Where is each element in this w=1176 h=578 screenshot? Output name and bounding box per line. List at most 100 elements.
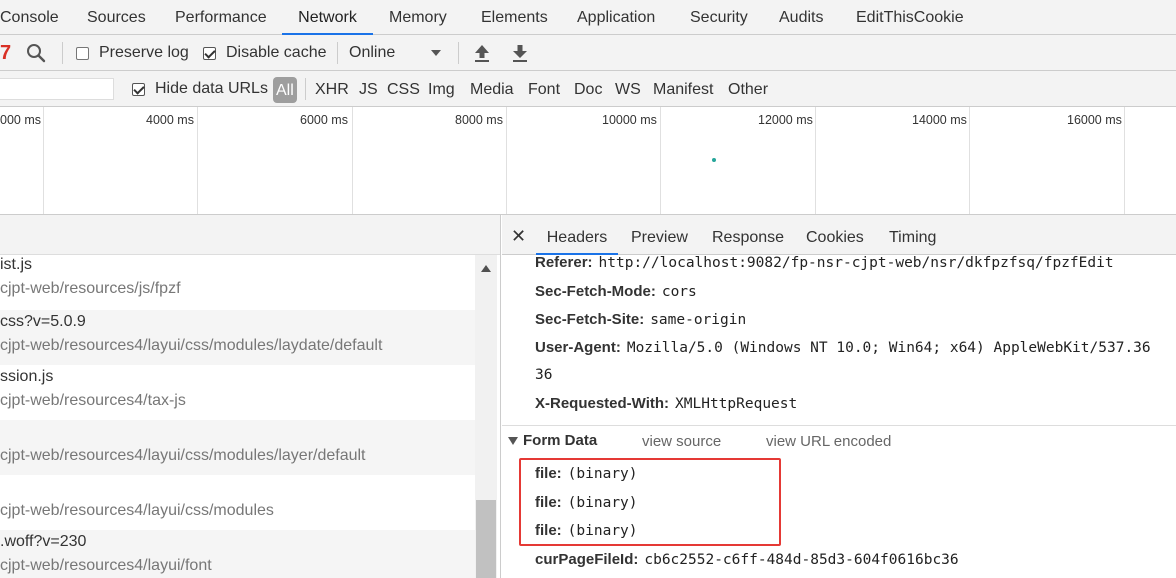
filter-type-other[interactable]: Other [728, 71, 768, 107]
network-overview-timeline[interactable]: 000 ms 4000 ms 6000 ms 8000 ms 10000 ms … [0, 107, 1176, 215]
request-path: cjpt-web/resources4/layui/css/modules/la… [0, 447, 366, 464]
details-tab-timing[interactable]: Timing [889, 215, 936, 255]
filter-type-ws[interactable]: WS [615, 71, 641, 107]
toolbar-divider [337, 42, 338, 64]
details-tab-timing-label: Timing [889, 229, 937, 246]
preserve-log-label: Preserve log [99, 44, 189, 61]
header-value: XMLHttpRequest [675, 396, 798, 412]
filter-type-manifest[interactable]: Manifest [653, 71, 713, 107]
filter-bar: Hide data URLs All XHR JS CSS Img Media … [0, 71, 1176, 107]
filter-type-all-label: All [276, 82, 294, 99]
filter-type-doc-label: Doc [574, 81, 603, 98]
chevron-down-icon-svg [431, 50, 441, 56]
tab-sources[interactable]: Sources [87, 0, 146, 35]
overview-label: 8000 ms [455, 113, 503, 127]
chevron-down-icon[interactable] [430, 35, 442, 71]
filter-type-js[interactable]: JS [359, 71, 378, 107]
tab-memory[interactable]: Memory [389, 0, 447, 35]
filter-type-img[interactable]: Img [428, 71, 455, 107]
disable-cache-label: Disable cache [226, 44, 327, 61]
filter-type-xhr[interactable]: XHR [315, 71, 349, 107]
request-name: .woff?v=230 [0, 533, 87, 550]
filter-type-ws-label: WS [615, 81, 641, 98]
search-icon[interactable] [26, 35, 46, 71]
request-path: cjpt-web/resources4/layui/font [0, 557, 212, 574]
tab-audits[interactable]: Audits [779, 0, 823, 35]
details-tab-cookies[interactable]: Cookies [806, 215, 864, 255]
upload-icon[interactable] [472, 35, 492, 71]
tab-performance[interactable]: Performance [175, 0, 267, 35]
throttling-select[interactable]: Online [349, 35, 395, 71]
filter-type-js-label: JS [359, 81, 378, 98]
request-list: ist.js cjpt-web/resources/js/fpzf css?v=… [0, 215, 501, 578]
tab-elements[interactable]: Elements [481, 0, 548, 35]
tab-application[interactable]: Application [577, 0, 655, 35]
tab-security-label: Security [690, 9, 748, 26]
filter-type-font[interactable]: Font [528, 71, 560, 107]
form-field-cur-page-file-id: curPageFileId: cb6c2552-c6ff-484d-85d3-60… [535, 551, 959, 568]
request-row[interactable]: cjpt-web/resources4/layui/css/modules/la… [0, 420, 475, 475]
header-value: cors [661, 284, 697, 300]
hide-data-urls-checkbox[interactable]: Hide data URLs [132, 71, 268, 107]
tab-console[interactable]: Console [0, 0, 59, 35]
filter-type-css[interactable]: CSS [387, 71, 420, 107]
filter-type-other-label: Other [728, 81, 769, 98]
scrollbar-thumb[interactable] [476, 500, 496, 578]
details-tab-response[interactable]: Response [712, 215, 784, 255]
filter-type-doc[interactable]: Doc [574, 71, 602, 107]
filter-type-media-label: Media [470, 81, 514, 98]
close-icon[interactable]: ✕ [511, 227, 526, 245]
download-icon[interactable] [510, 35, 530, 71]
highlight-annotation-box [519, 458, 781, 546]
download-icon-svg [513, 45, 527, 62]
triangle-down-icon [508, 436, 518, 445]
scroll-up-arrow-icon[interactable] [481, 265, 491, 272]
form-field-name: curPageFileId: [535, 551, 639, 568]
filter-type-all[interactable]: All [273, 77, 297, 103]
request-name: css?v=5.0.9 [0, 313, 86, 330]
details-tab-cookies-label: Cookies [806, 229, 864, 246]
request-row[interactable]: css?v=5.0.9 cjpt-web/resources4/layui/cs… [0, 310, 475, 365]
request-row[interactable]: cjpt-web/resources4/layui/css/modules [0, 475, 475, 530]
request-row[interactable]: ist.js cjpt-web/resources/js/fpzf [0, 255, 475, 310]
overview-gridline [969, 107, 970, 214]
filter-icon[interactable]: 7 [0, 35, 11, 71]
tab-network[interactable]: Network [282, 0, 373, 35]
request-row[interactable]: .woff?v=230 cjpt-web/resources4/layui/fo… [0, 530, 475, 578]
view-source-link[interactable]: view source [642, 433, 721, 450]
search-icon-svg [27, 44, 46, 63]
section-divider [502, 425, 1176, 426]
hide-data-urls-box[interactable] [132, 82, 145, 96]
preserve-log-checkbox[interactable]: Preserve log [76, 35, 189, 71]
form-data-section-toggle[interactable]: Form Data [508, 432, 597, 449]
request-row[interactable]: ssion.js cjpt-web/resources4/tax-js [0, 365, 475, 420]
header-sec-fetch-mode: Sec-Fetch-Mode: cors [535, 283, 697, 300]
details-tab-headers[interactable]: Headers [536, 215, 618, 255]
form-data-title: Form Data [523, 432, 598, 449]
details-tab-preview-label: Preview [631, 229, 688, 246]
disable-cache-checkbox[interactable]: Disable cache [203, 35, 327, 71]
request-path: cjpt-web/resources4/layui/css/modules/la… [0, 337, 383, 354]
request-list-scrollbar[interactable] [475, 255, 497, 578]
hide-data-urls-label: Hide data URLs [155, 80, 268, 97]
filter-type-media[interactable]: Media [470, 71, 514, 107]
tab-security[interactable]: Security [690, 0, 748, 35]
header-name: Sec-Fetch-Mode: [535, 283, 656, 300]
header-value: Mozilla/5.0 (Windows NT 10.0; Win64; x64… [626, 340, 1151, 356]
overview-gridline [1124, 107, 1125, 214]
tab-network-label: Network [298, 9, 357, 26]
tab-editthiscookie-label: EditThisCookie [856, 9, 964, 26]
details-tab-preview[interactable]: Preview [631, 215, 688, 255]
filter-input[interactable] [0, 78, 114, 100]
toolbar-divider [458, 42, 459, 64]
overview-gridline [815, 107, 816, 214]
disable-cache-box[interactable] [203, 46, 216, 60]
overview-label: 14000 ms [912, 113, 967, 127]
view-url-encoded-link[interactable]: view URL encoded [766, 433, 891, 450]
form-field-value: cb6c2552-c6ff-484d-85d3-604f0616bc36 [644, 552, 959, 568]
tab-elements-label: Elements [481, 9, 548, 26]
overview-gridline [506, 107, 507, 214]
preserve-log-box[interactable] [76, 46, 89, 60]
tab-editthiscookie[interactable]: EditThisCookie [856, 0, 964, 35]
header-name: User-Agent: [535, 339, 621, 356]
